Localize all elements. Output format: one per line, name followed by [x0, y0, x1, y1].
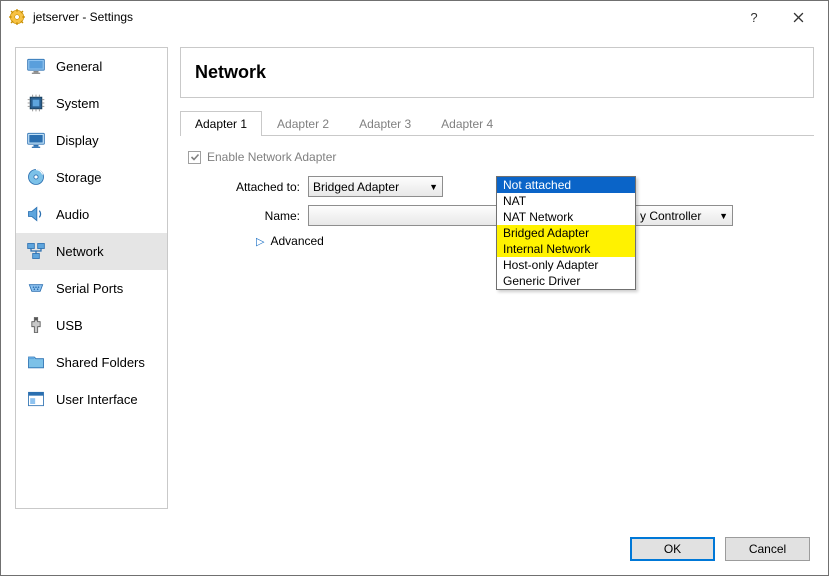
attached-to-value: Bridged Adapter: [313, 180, 399, 194]
sidebar-item-storage[interactable]: Storage: [16, 159, 167, 196]
dropdown-item[interactable]: Bridged Adapter: [497, 225, 635, 241]
enable-adapter-label: Enable Network Adapter: [207, 150, 336, 164]
cancel-button[interactable]: Cancel: [725, 537, 810, 561]
serial-icon: [26, 278, 46, 298]
gear-icon: [9, 9, 25, 25]
display-icon: [26, 130, 46, 150]
name-label: Name:: [188, 209, 308, 223]
sidebar-item-label: Display: [56, 133, 99, 148]
titlebar: jetserver - Settings ?: [1, 1, 828, 33]
sidebar-item-label: User Interface: [56, 392, 138, 407]
window-title: jetserver - Settings: [33, 10, 732, 24]
sidebar-item-serial-ports[interactable]: Serial Ports: [16, 270, 167, 307]
dropdown-item[interactable]: Internal Network: [497, 241, 635, 257]
chip-icon: [26, 93, 46, 113]
settings-window: jetserver - Settings ? General System Di…: [0, 0, 829, 576]
dropdown-item[interactable]: Generic Driver: [497, 273, 635, 289]
panel-title: Network: [195, 62, 799, 83]
check-icon: [190, 152, 200, 162]
sidebar-item-label: Storage: [56, 170, 102, 185]
tab-adapter-1[interactable]: Adapter 1: [180, 111, 262, 136]
dropdown-item[interactable]: Not attached: [497, 177, 635, 193]
sidebar-item-display[interactable]: Display: [16, 122, 167, 159]
sidebar-item-label: System: [56, 96, 99, 111]
chevron-down-icon: ▼: [429, 182, 438, 192]
enable-adapter-checkbox[interactable]: [188, 151, 201, 164]
speaker-icon: [26, 204, 46, 224]
dialog-body: General System Display Storage Audio Net…: [1, 33, 828, 523]
attached-to-select[interactable]: Bridged Adapter ▼: [308, 176, 443, 197]
sidebar-item-network[interactable]: Network: [16, 233, 167, 270]
network-icon: [26, 241, 46, 261]
ui-icon: [26, 389, 46, 409]
sidebar-item-label: USB: [56, 318, 83, 333]
folder-icon: [26, 352, 46, 372]
tab-adapter-2[interactable]: Adapter 2: [262, 111, 344, 136]
sidebar-item-system[interactable]: System: [16, 85, 167, 122]
dropdown-item[interactable]: NAT Network: [497, 209, 635, 225]
main-panel: Network Adapter 1 Adapter 2 Adapter 3 Ad…: [180, 47, 814, 509]
tab-adapter-3[interactable]: Adapter 3: [344, 111, 426, 136]
advanced-label: Advanced: [270, 234, 323, 248]
sidebar-item-general[interactable]: General: [16, 48, 167, 85]
sidebar-item-label: Serial Ports: [56, 281, 123, 296]
tab-adapter-4[interactable]: Adapter 4: [426, 111, 508, 136]
sidebar-item-label: Shared Folders: [56, 355, 145, 370]
name-value-suffix: y Controller: [640, 209, 701, 223]
dialog-footer: OK Cancel: [1, 523, 828, 575]
sidebar-item-label: Audio: [56, 207, 89, 222]
sidebar-item-label: Network: [56, 244, 104, 259]
attached-to-label: Attached to:: [188, 180, 308, 194]
disk-icon: [26, 167, 46, 187]
adapter-tabs: Adapter 1 Adapter 2 Adapter 3 Adapter 4: [180, 110, 814, 136]
sidebar: General System Display Storage Audio Net…: [15, 47, 168, 509]
help-button[interactable]: ?: [732, 3, 776, 31]
sidebar-item-user-interface[interactable]: User Interface: [16, 381, 167, 418]
close-button[interactable]: [776, 3, 820, 31]
sidebar-item-usb[interactable]: USB: [16, 307, 167, 344]
sidebar-item-audio[interactable]: Audio: [16, 196, 167, 233]
monitor-icon: [26, 56, 46, 76]
dropdown-item[interactable]: NAT: [497, 193, 635, 209]
usb-icon: [26, 315, 46, 335]
panel-header: Network: [180, 47, 814, 98]
ok-button[interactable]: OK: [630, 537, 715, 561]
dropdown-item[interactable]: Host-only Adapter: [497, 257, 635, 273]
sidebar-item-shared-folders[interactable]: Shared Folders: [16, 344, 167, 381]
triangle-right-icon: ▷: [256, 235, 264, 248]
enable-adapter-row: Enable Network Adapter: [188, 150, 814, 164]
panel-content: Adapter 1 Adapter 2 Adapter 3 Adapter 4 …: [180, 98, 814, 509]
sidebar-item-label: General: [56, 59, 102, 74]
chevron-down-icon: ▼: [719, 211, 728, 221]
attached-to-dropdown: Not attached NAT NAT Network Bridged Ada…: [496, 176, 636, 290]
